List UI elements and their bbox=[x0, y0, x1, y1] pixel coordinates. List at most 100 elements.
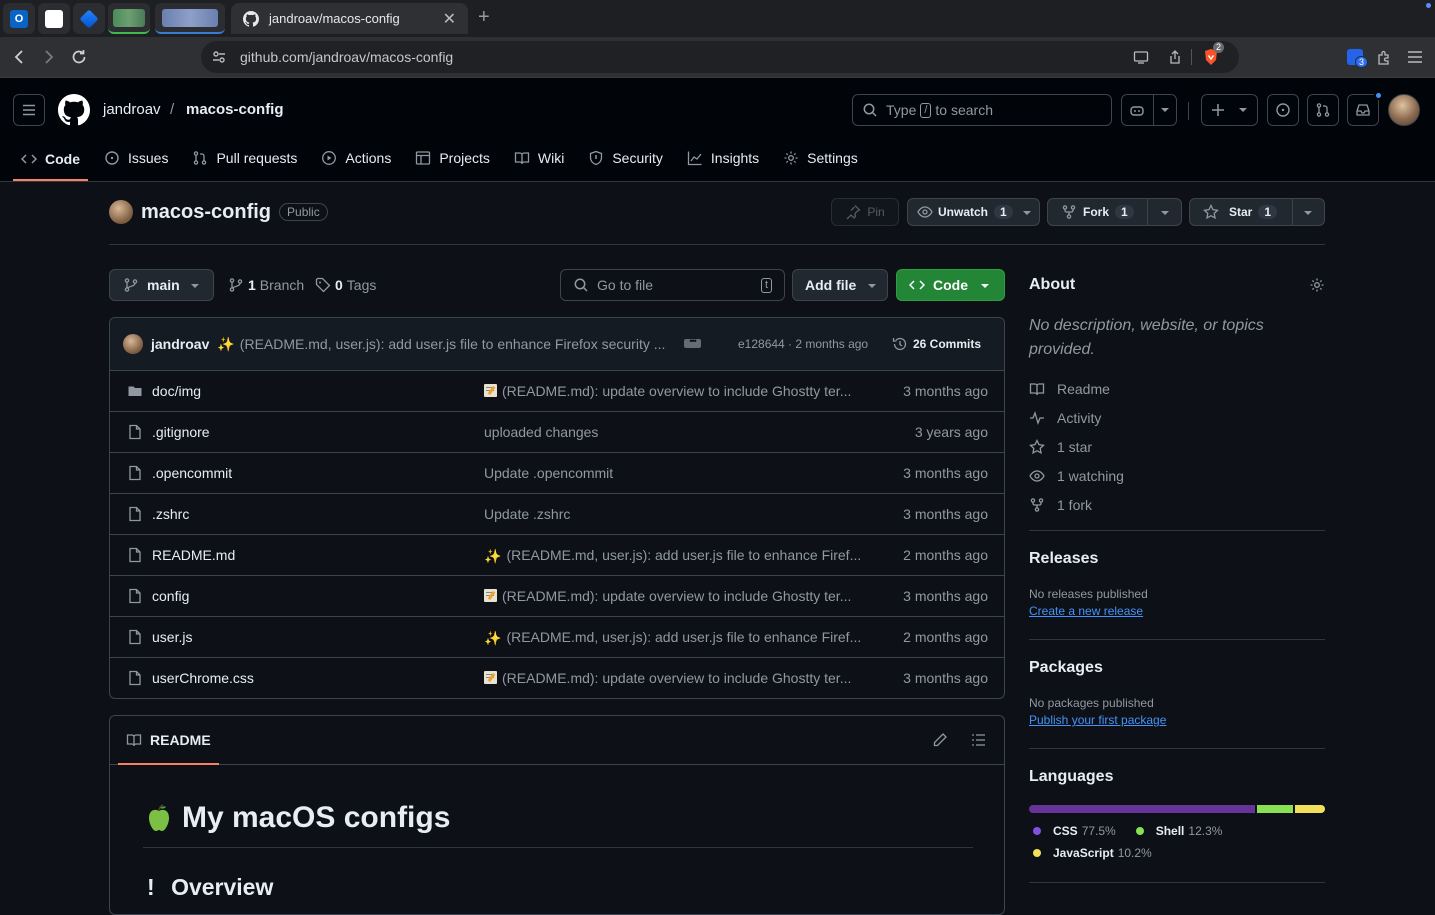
file-row[interactable]: userChrome.css (README.md): update overvi… bbox=[110, 658, 1004, 699]
file-name[interactable]: .zshrc bbox=[152, 506, 189, 522]
code-button[interactable]: Code bbox=[896, 269, 1005, 301]
commits-history-link[interactable]: 26 Commits bbox=[892, 336, 981, 352]
language-bar-segment[interactable] bbox=[1257, 805, 1294, 813]
commit-message[interactable]: (README.md, user.js): add user.js file t… bbox=[240, 336, 666, 352]
file-commit-message[interactable]: (README.md): update overview to include … bbox=[484, 383, 851, 399]
create-new-button[interactable] bbox=[1201, 94, 1258, 126]
file-commit-message[interactable]: uploaded changes bbox=[484, 424, 598, 440]
hamburger-menu-button[interactable] bbox=[13, 94, 45, 126]
file-name[interactable]: user.js bbox=[152, 629, 192, 645]
menu-icon[interactable] bbox=[1407, 50, 1423, 64]
back-icon[interactable] bbox=[9, 47, 29, 67]
create-release-link[interactable]: Create a new release bbox=[1029, 604, 1325, 618]
pinned-tab-outlook[interactable]: O bbox=[3, 3, 35, 34]
owner-avatar[interactable] bbox=[109, 200, 133, 224]
file-name[interactable]: .opencommit bbox=[152, 465, 232, 481]
stars-link[interactable]: 1 star bbox=[1029, 432, 1325, 461]
cast-icon[interactable] bbox=[1133, 49, 1149, 65]
issues-button[interactable] bbox=[1267, 94, 1299, 126]
file-commit-message[interactable]: Update .zshrc bbox=[484, 506, 570, 522]
language-bar-segment[interactable] bbox=[1029, 805, 1256, 813]
file-name[interactable]: README.md bbox=[152, 547, 235, 563]
file-commit-message[interactable]: Update .opencommit bbox=[484, 465, 613, 481]
inbox-button[interactable] bbox=[1347, 91, 1383, 126]
address-bar[interactable]: github.com/jandroav/macos-config 2 bbox=[201, 41, 1239, 73]
copilot-button[interactable] bbox=[1121, 94, 1177, 126]
new-tab-button[interactable]: + bbox=[478, 7, 490, 27]
bitwarden-icon[interactable]: 3 bbox=[1347, 49, 1369, 68]
file-commit-message[interactable]: ✨ (README.md, user.js): add user.js file … bbox=[484, 629, 861, 646]
file-commit-message[interactable]: ✨ (README.md, user.js): add user.js file … bbox=[484, 547, 861, 564]
github-logo-icon[interactable] bbox=[58, 94, 90, 126]
tab-projects[interactable]: Projects bbox=[407, 138, 498, 178]
ellipsis-expand-button[interactable]: ••• bbox=[684, 337, 701, 348]
language-item[interactable]: Shell 12.3% bbox=[1135, 824, 1222, 838]
file-row[interactable]: .opencommit Update .opencommit 3 months ag… bbox=[110, 453, 1004, 494]
pull-requests-button[interactable] bbox=[1307, 94, 1339, 126]
brave-shields-icon[interactable]: 2 bbox=[1203, 42, 1225, 66]
activity-link[interactable]: Activity bbox=[1029, 403, 1325, 432]
tags-link[interactable]: 0 Tags bbox=[315, 277, 376, 293]
reload-icon[interactable] bbox=[69, 47, 89, 67]
star-button[interactable]: Star 1 bbox=[1189, 198, 1325, 226]
file-name[interactable]: .gitignore bbox=[152, 424, 210, 440]
watch-button[interactable]: Unwatch 1 bbox=[907, 198, 1040, 226]
extensions-puzzle-icon[interactable] bbox=[1376, 49, 1393, 66]
file-commit-message[interactable]: (README.md): update overview to include … bbox=[484, 670, 851, 686]
file-row[interactable]: .gitignore uploaded changes 3 years ago bbox=[110, 412, 1004, 453]
pinned-tab-app[interactable] bbox=[38, 3, 70, 34]
tab-pull-requests[interactable]: Pull requests bbox=[184, 138, 305, 178]
share-icon[interactable] bbox=[1167, 49, 1183, 65]
readme-link[interactable]: Readme bbox=[1029, 374, 1325, 403]
pinned-tab-blurred-1[interactable] bbox=[108, 3, 150, 34]
active-tab[interactable]: jandroav/macos-config ✕ bbox=[231, 3, 468, 34]
branch-selector[interactable]: main bbox=[109, 269, 214, 301]
watching-link[interactable]: 1 watching bbox=[1029, 461, 1325, 490]
readme-tab[interactable]: README bbox=[118, 716, 219, 765]
repo-name[interactable]: macos-config bbox=[141, 201, 271, 224]
commit-author[interactable]: jandroav bbox=[151, 336, 209, 352]
forks-link[interactable]: 1 fork bbox=[1029, 490, 1325, 519]
breadcrumb-repo[interactable]: macos-config bbox=[186, 101, 284, 118]
tab-actions[interactable]: Actions bbox=[313, 138, 399, 178]
file-row[interactable]: config (README.md): update overview to in… bbox=[110, 576, 1004, 617]
pin-button[interactable]: Pin bbox=[831, 198, 899, 226]
pencil-icon[interactable] bbox=[932, 732, 948, 748]
tab-issues[interactable]: Issues bbox=[96, 138, 176, 178]
gear-icon[interactable] bbox=[1309, 277, 1325, 293]
file-name[interactable]: userChrome.css bbox=[152, 670, 254, 686]
forward-icon[interactable] bbox=[39, 47, 59, 67]
pinned-tab-blurred-2[interactable] bbox=[155, 3, 225, 34]
file-row[interactable]: user.js ✨ (README.md, user.js): add user.j… bbox=[110, 617, 1004, 658]
tab-code[interactable]: Code bbox=[13, 138, 88, 181]
language-bar-segment[interactable] bbox=[1295, 805, 1325, 813]
file-row[interactable]: .zshrc Update .zshrc 3 months ago bbox=[110, 494, 1004, 535]
breadcrumb-owner[interactable]: jandroav bbox=[103, 101, 161, 118]
user-avatar[interactable] bbox=[1388, 94, 1420, 126]
fork-button[interactable]: Fork 1 bbox=[1047, 198, 1182, 226]
publish-package-link[interactable]: Publish your first package bbox=[1029, 713, 1325, 727]
packages-title[interactable]: Packages bbox=[1029, 659, 1325, 677]
close-tab-icon[interactable]: ✕ bbox=[443, 9, 456, 29]
pinned-tab-jira[interactable] bbox=[73, 3, 105, 34]
author-avatar[interactable] bbox=[123, 334, 143, 354]
go-to-file-input[interactable]: Go to file t bbox=[560, 269, 785, 301]
tab-wiki[interactable]: Wiki bbox=[506, 138, 572, 178]
file-name[interactable]: doc/img bbox=[152, 383, 201, 399]
site-settings-icon[interactable] bbox=[211, 49, 227, 65]
releases-title[interactable]: Releases bbox=[1029, 550, 1325, 568]
branches-link[interactable]: 1 Branch bbox=[228, 277, 304, 293]
commit-sha-time[interactable]: e128644 · 2 months ago bbox=[738, 337, 868, 351]
tab-insights[interactable]: Insights bbox=[679, 138, 767, 178]
add-file-button[interactable]: Add file bbox=[792, 269, 888, 301]
file-name[interactable]: config bbox=[152, 588, 189, 604]
tab-security[interactable]: Security bbox=[580, 138, 671, 178]
tab-settings[interactable]: Settings bbox=[775, 138, 866, 178]
outline-list-icon[interactable] bbox=[971, 732, 987, 748]
search-input[interactable]: Type / to search bbox=[852, 94, 1112, 126]
file-commit-message[interactable]: (README.md): update overview to include … bbox=[484, 588, 851, 604]
file-row[interactable]: README.md ✨ (README.md, user.js): add user… bbox=[110, 535, 1004, 576]
file-row[interactable]: doc/img (README.md): update overview to i… bbox=[110, 371, 1004, 412]
language-item[interactable]: JavaScript 10.2% bbox=[1033, 846, 1305, 860]
language-item[interactable]: CSS 77.5% bbox=[1033, 824, 1116, 838]
